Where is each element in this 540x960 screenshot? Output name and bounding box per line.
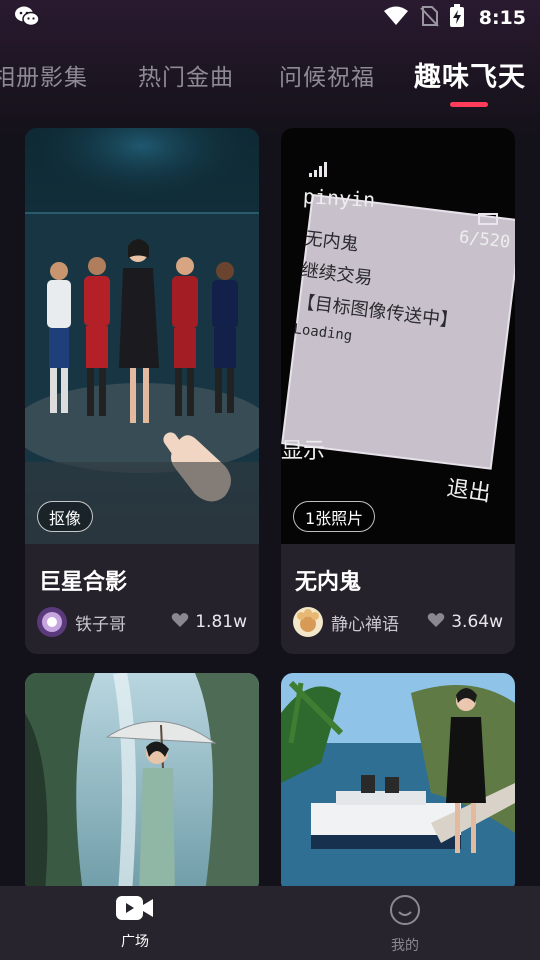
author-name[interactable]: 静心禅语: [331, 610, 427, 635]
card-badge: 抠像: [37, 501, 94, 532]
like-count[interactable]: 1.81w: [171, 612, 247, 633]
phone-screen-header: pinyin: [302, 184, 376, 212]
nav-plaza[interactable]: 广场: [0, 886, 270, 960]
like-count-value: 1.81w: [195, 612, 247, 632]
tab-greetings[interactable]: 问候祝福: [279, 58, 375, 92]
template-card[interactable]: pinyin 6/520 无内鬼 继续交易 【目标图像传送中】 Loading …: [281, 128, 515, 654]
card-meta: 静心禅语 3.64w: [293, 606, 503, 638]
card-title: 无内鬼: [295, 570, 362, 595]
active-tab-indicator: [450, 102, 488, 107]
avatar[interactable]: [293, 607, 323, 637]
nav-mine[interactable]: 我的: [270, 886, 540, 960]
nav-label: 我的: [391, 938, 419, 954]
battery-charging-icon: [449, 4, 465, 32]
tab-fun-flying[interactable]: 趣味飞天: [414, 55, 526, 94]
heart-icon: [427, 612, 445, 633]
video-play-icon: [115, 894, 155, 926]
heart-icon: [171, 612, 189, 633]
author-name[interactable]: 铁子哥: [75, 610, 171, 635]
card-thumbnail: [25, 673, 259, 893]
category-tabs: 相册影集 热门金曲 问候祝福 趣味飞天: [0, 50, 540, 110]
avatar[interactable]: [37, 607, 67, 637]
status-time: 8:15: [478, 7, 526, 29]
card-title: 巨星合影: [39, 570, 128, 595]
phone-right-key: 退出: [445, 476, 493, 507]
bottom-navigation: 广场 我的: [0, 886, 540, 960]
card-thumbnail: [281, 673, 515, 893]
like-count[interactable]: 3.64w: [427, 612, 503, 633]
tab-photo-album[interactable]: 相册影集: [0, 58, 88, 92]
wifi-icon: [383, 6, 409, 30]
template-card[interactable]: 抠像 巨星合影 铁子哥 1.81w: [25, 128, 259, 654]
phone-left-key: 显示: [281, 439, 326, 464]
no-sim-icon: [419, 5, 439, 31]
template-card[interactable]: [281, 673, 515, 893]
like-count-value: 3.64w: [451, 612, 503, 632]
smiley-face-icon: [389, 894, 421, 930]
phone-screen-text: 无内鬼 继续交易 【目标图像传送中】 Loading: [293, 220, 506, 361]
card-badge: 1张照片: [293, 501, 376, 532]
card-meta: 铁子哥 1.81w: [37, 606, 247, 638]
tab-hot-songs[interactable]: 热门金曲: [138, 58, 234, 92]
card-thumbnail: pinyin 6/520 无内鬼 继续交易 【目标图像传送中】 Loading …: [281, 128, 515, 544]
template-card[interactable]: [25, 673, 259, 893]
nav-label: 广场: [121, 934, 149, 950]
wechat-icon: [14, 5, 40, 31]
card-thumbnail: [25, 128, 259, 544]
status-bar: 8:15: [0, 0, 540, 36]
